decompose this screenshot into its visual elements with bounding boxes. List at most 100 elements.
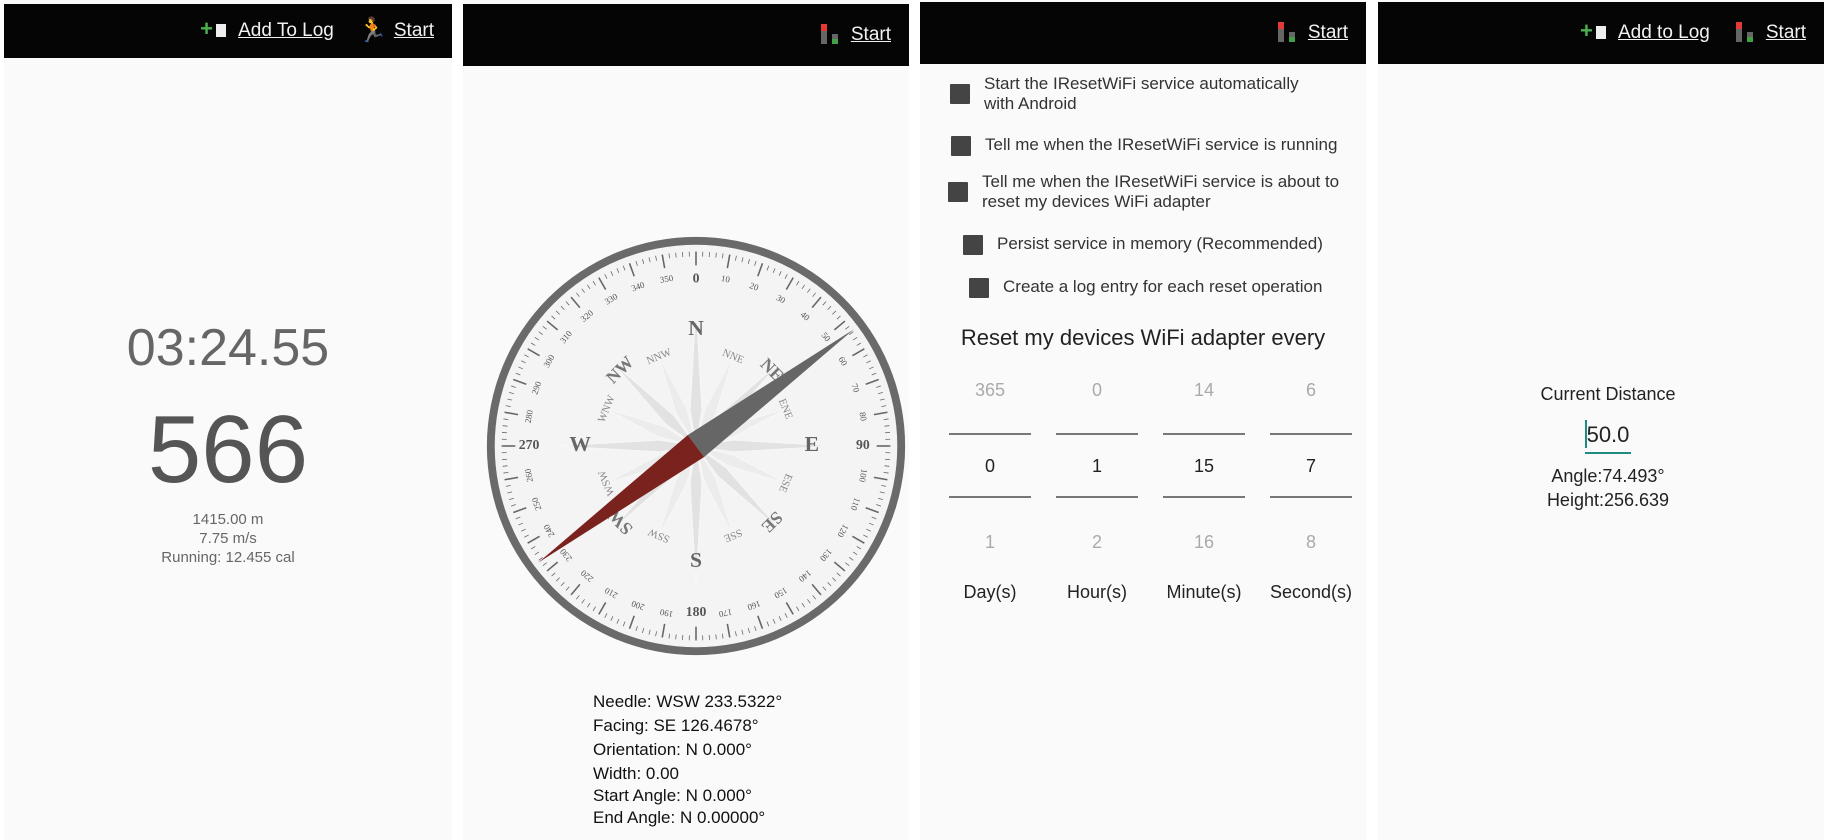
picker-next-value[interactable]: 1 [949, 532, 1031, 553]
action-bar: Start [920, 2, 1366, 64]
wifi-settings-panel: Start Start the IResetWiFi service autom… [920, 0, 1366, 840]
picker-divider [949, 496, 1031, 498]
days-picker[interactable]: 365 0 1 Day(s) [949, 370, 1031, 610]
compass-degree-label: 180 [686, 604, 707, 619]
compass-tick [884, 465, 890, 467]
angle-readout: Angle:74.493° [1551, 466, 1665, 486]
seconds-picker[interactable]: 6 7 8 Second(s) [1270, 370, 1352, 610]
add-to-log-label: Add to Log [1617, 22, 1710, 43]
compass-tick [675, 634, 677, 640]
option-label: Start the IResetWiFi service automatical… [984, 74, 1299, 113]
add-to-log-label: Add To Log [238, 20, 334, 41]
picker-divider [949, 433, 1031, 435]
picker-current-value[interactable]: 0 [949, 456, 1031, 477]
minutes-picker[interactable]: 14 15 16 Minute(s) [1163, 370, 1245, 610]
picker-divider [1270, 433, 1352, 435]
log-entry-checkbox[interactable]: Create a log entry for each reset operat… [969, 277, 1359, 298]
start-button[interactable]: Start [819, 24, 891, 46]
add-log-icon: + [200, 18, 228, 41]
needle-readout: Needle: WSW 233.5322° [593, 692, 783, 711]
compass-cardinal-label: S [690, 548, 702, 572]
height-readout: Height:256.639 [1546, 490, 1670, 510]
speed-readout: 7.75 m/s [199, 530, 257, 547]
pedometer-panel: + Add To Log 🏃 Start 03:24.55 566 1415.0… [4, 0, 452, 840]
checkbox-box[interactable] [963, 235, 983, 255]
elapsed-timer: 03:24.55 [126, 319, 330, 377]
compass-tick [502, 425, 508, 427]
runner-icon: 🏃 [357, 17, 388, 44]
start-angle-readout: Start Angle: N 0.000° [593, 786, 752, 805]
option-label: Tell me when the IResetWiFi service is a… [982, 172, 1340, 211]
option-label: Persist service in memory (Recommended) [997, 234, 1323, 253]
hours-picker[interactable]: 0 1 2 Hour(s) [1056, 370, 1138, 610]
signal-icon [819, 24, 841, 46]
height-measure-panel: + Add to Log Start Current Distance Angl… [1378, 0, 1824, 840]
add-log-icon: + [1580, 20, 1608, 43]
checkbox-box[interactable] [969, 278, 989, 298]
add-to-log-button[interactable]: + Add to Log [1580, 20, 1710, 44]
action-bar: Start [463, 4, 909, 66]
picker-divider [1163, 433, 1245, 435]
picker-prev-value[interactable]: 0 [1056, 380, 1138, 401]
compass-tick [502, 465, 508, 467]
text-cursor [1585, 420, 1587, 448]
compass-tick [715, 634, 717, 640]
start-label: Start [1765, 22, 1806, 43]
end-angle-readout: End Angle: N 0.00000° [593, 808, 766, 827]
persist-service-checkbox[interactable]: Persist service in memory (Recommended) [963, 234, 1363, 255]
picker-current-value[interactable]: 15 [1163, 456, 1245, 477]
picker-unit-label: Day(s) [963, 582, 1017, 602]
picker-prev-value[interactable]: 6 [1270, 380, 1352, 401]
distance-readout: 1415.00 m [192, 511, 264, 528]
picker-divider [1270, 496, 1352, 498]
start-button[interactable]: 🏃 Start [358, 17, 434, 45]
compass-degree-label: 0 [693, 270, 700, 285]
orientation-readout: Orientation: N 0.000° [593, 740, 752, 759]
picker-unit-label: Hour(s) [1066, 582, 1127, 602]
picker-current-value[interactable]: 7 [1270, 456, 1352, 477]
start-label: Start [393, 20, 434, 41]
compass-panel: Start 0 10 20 30 40 50 60 70 80 90 100 110 120 130 140… [463, 0, 909, 840]
compass-tick [884, 425, 890, 427]
compass-dial[interactable]: 0 102030405060708090100110120130140150160… [480, 230, 909, 662]
add-to-log-button[interactable]: + Add To Log [200, 18, 334, 42]
signal-icon [1734, 22, 1756, 44]
picker-unit-label: Minute(s) [1166, 582, 1242, 602]
option-label: Tell me when the IResetWiFi service is r… [985, 135, 1338, 154]
checkbox-box[interactable] [950, 84, 970, 104]
signal-icon [1276, 22, 1298, 44]
facing-readout: Facing: SE 126.4678° [593, 716, 759, 735]
picker-next-value[interactable]: 8 [1270, 532, 1352, 553]
compass-cardinal-label: N [688, 316, 704, 340]
picker-current-value[interactable]: 1 [1056, 456, 1138, 477]
start-button[interactable]: Start [1734, 22, 1806, 44]
compass-degree-label: 90 [856, 437, 870, 452]
checkbox-box[interactable] [951, 136, 971, 156]
option-label: Create a log entry for each reset operat… [1003, 277, 1323, 296]
start-label: Start [850, 24, 891, 45]
compass-cardinal-label: W [569, 432, 591, 456]
compass-tick [715, 252, 717, 258]
picker-prev-value[interactable]: 14 [1163, 380, 1245, 401]
action-bar: + Add to Log Start [1378, 2, 1824, 64]
picker-divider [1056, 433, 1138, 435]
picker-unit-label: Second(s) [1270, 582, 1353, 602]
action-bar: + Add To Log 🏃 Start [4, 4, 452, 58]
calories-readout: Running: 12.455 cal [161, 549, 295, 566]
picker-divider [1056, 496, 1138, 498]
picker-next-value[interactable]: 16 [1163, 532, 1245, 553]
checkbox-box[interactable] [948, 182, 968, 202]
reset-interval-title: Reset my devices WiFi adapter every [960, 325, 1326, 350]
notify-reset-checkbox[interactable]: Tell me when the IResetWiFi service is a… [948, 172, 1348, 212]
current-distance-input[interactable] [1585, 418, 1631, 454]
picker-divider [1163, 496, 1245, 498]
auto-start-checkbox[interactable]: Start the IResetWiFi service automatical… [950, 74, 1320, 114]
compass-tick [675, 252, 677, 258]
picker-prev-value[interactable]: 365 [949, 380, 1031, 401]
notify-running-checkbox[interactable]: Tell me when the IResetWiFi service is r… [951, 135, 1351, 156]
start-button[interactable]: Start [1276, 22, 1348, 44]
picker-next-value[interactable]: 2 [1056, 532, 1138, 553]
step-count: 566 [147, 396, 309, 503]
compass-degree-label: 270 [519, 437, 540, 452]
start-label: Start [1307, 22, 1348, 43]
